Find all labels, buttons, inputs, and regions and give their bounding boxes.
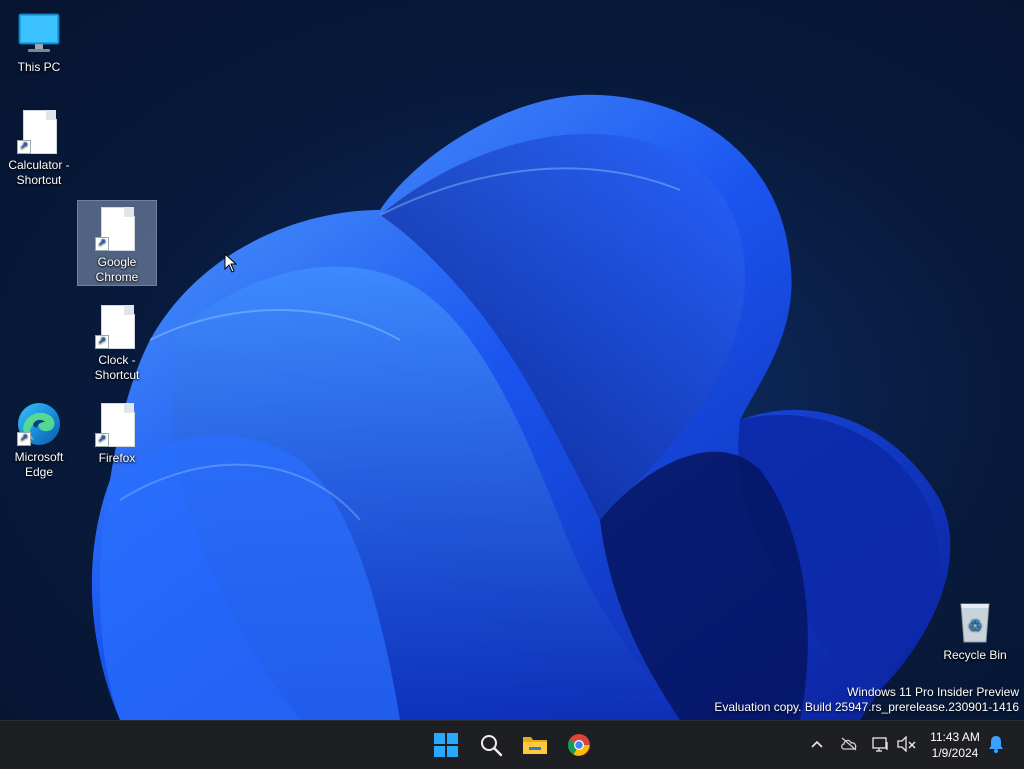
desktop-icon-calculator-shortcut[interactable]: ↗ Calculator - Shortcut [0,104,78,188]
desktop-icon-google-chrome[interactable]: ↗ Google Chrome [77,200,157,286]
chevron-up-icon [811,740,823,748]
windows-logo-icon [434,733,458,757]
start-button[interactable] [429,729,463,761]
desktop[interactable]: This PC ↗ Calculator - Shortcut ↗ Google… [0,0,1024,720]
volume-button[interactable] [896,733,918,755]
clock-date: 1/9/2024 [931,746,979,760]
shortcut-arrow-icon: ↗ [17,432,31,446]
search-icon [481,735,503,757]
recycle-bin-icon: ♻ [951,598,999,646]
watermark-build: Evaluation copy. Build 25947.rs_prerelea… [714,700,1019,714]
clock-time: 11:43 AM [930,730,980,744]
volume-muted-icon [897,736,916,752]
chrome-taskbar-button[interactable] [562,729,596,761]
network-icon [872,737,888,752]
taskbar: 11:43 AM 1/9/2024 [0,720,1024,769]
onedrive-offline-icon [841,737,857,751]
blank-document-icon: ↗ [93,205,141,253]
blank-document-icon: ↗ [93,401,141,449]
desktop-icon-label: This PC [17,60,61,74]
shortcut-arrow-icon: ↗ [17,140,31,154]
desktop-icon-recycle-bin[interactable]: ♻ Recycle Bin [936,594,1014,663]
svg-text:♻: ♻ [968,616,982,635]
desktop-icon-label: Recycle Bin [943,648,1007,662]
file-explorer-button[interactable] [518,729,552,761]
monitor-icon [15,10,63,58]
search-button[interactable] [474,729,508,761]
chrome-icon [568,734,590,756]
shortcut-arrow-icon: ↗ [95,237,109,251]
desktop-icon-label: Firefox [98,451,136,465]
watermark-edition: Windows 11 Pro Insider Preview [847,685,1019,699]
desktop-icon-firefox[interactable]: ↗ Firefox [78,397,156,466]
desktop-icon-microsoft-edge[interactable]: ↗ Microsoft Edge [0,396,78,480]
desktop-icon-clock-shortcut[interactable]: ↗ Clock - Shortcut [78,299,156,383]
desktop-icon-label: Google Chrome [95,255,139,284]
shortcut-arrow-icon: ↗ [95,335,109,349]
show-hidden-icons-button[interactable] [806,733,828,755]
shortcut-arrow-icon: ↗ [95,433,109,447]
folder-icon [523,737,547,754]
desktop-icon-label: Calculator - Shortcut [8,158,70,187]
desktop-icon-label: Clock - Shortcut [94,353,140,382]
desktop-icon-label: Microsoft Edge [14,450,64,479]
clock-button[interactable]: 11:43 AM 1/9/2024 [926,729,984,761]
bell-icon [989,736,1003,753]
onedrive-button[interactable] [838,733,860,755]
blank-document-icon: ↗ [15,108,63,156]
network-button[interactable] [870,733,892,755]
edge-icon: ↗ [15,400,63,448]
evaluation-watermark: Windows 11 Pro Insider Preview Evaluatio… [714,685,1019,715]
desktop-icon-this-pc[interactable]: This PC [0,6,78,75]
notifications-button[interactable] [985,733,1007,755]
blank-document-icon: ↗ [93,303,141,351]
mouse-pointer-icon [224,253,238,273]
